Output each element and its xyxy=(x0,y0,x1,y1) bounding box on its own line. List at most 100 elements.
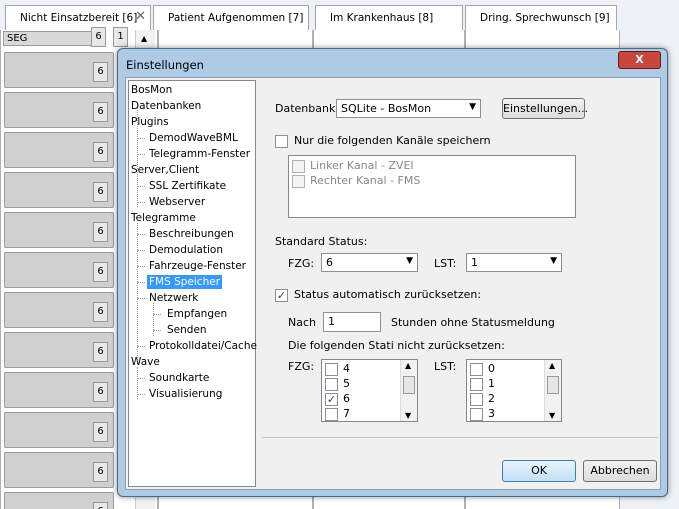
tree-item-bosmon[interactable]: BosMon xyxy=(131,83,172,97)
fzg-select[interactable]: 6 ▼ xyxy=(321,253,418,272)
settings-tree: BosMon Datenbanken Plugins DemodWaveBML … xyxy=(128,80,257,487)
abbrechen-button[interactable]: Abbrechen xyxy=(583,460,657,482)
status-row[interactable]: 6 xyxy=(4,292,114,328)
tab-label: Im Krankenhaus [8] xyxy=(330,12,434,24)
status-option: 1 xyxy=(488,377,495,390)
lst-status-list[interactable]: ▲ ▼ 0123 xyxy=(466,359,562,422)
status-row[interactable]: 6 xyxy=(4,52,114,88)
status-number: 6 xyxy=(93,142,108,162)
tree-item-netzwerk[interactable]: Netzwerk xyxy=(149,291,198,305)
status-checkbox[interactable] xyxy=(470,378,483,391)
dialog-title: Einstellungen xyxy=(126,58,204,72)
ok-button[interactable]: OK xyxy=(502,460,576,482)
status-row[interactable]: 6 xyxy=(4,132,114,168)
lst-label: LST: xyxy=(434,257,457,270)
status-number: 6 xyxy=(93,262,108,282)
status-checkbox[interactable] xyxy=(325,408,338,421)
status-row[interactable]: 1 xyxy=(108,27,130,47)
tree-item-soundkarte[interactable]: Soundkarte xyxy=(149,371,209,385)
scroll-down-icon[interactable]: ▼ xyxy=(405,411,411,420)
dialog-client: BosMon Datenbanken Plugins DemodWaveBML … xyxy=(125,77,661,490)
tab-nicht-einsatzbereit[interactable]: Nicht Einsatzbereit [6] ✕ xyxy=(5,5,151,30)
tree-item-fms-speicher[interactable]: FMS Speicher xyxy=(147,275,223,289)
kanal-fms-label: Rechter Kanal - FMS xyxy=(310,174,421,187)
status-option: 2 xyxy=(488,392,495,405)
scroll-thumb[interactable] xyxy=(547,376,559,394)
scroll-thumb[interactable] xyxy=(403,376,415,394)
lst-select[interactable]: 1 ▼ xyxy=(466,253,562,272)
scrollbar[interactable]: ▲ ▼ xyxy=(544,360,561,421)
tree-item-fahrzeuge-fenster[interactable]: Fahrzeuge-Fenster xyxy=(149,259,246,273)
tab-im-krankenhaus[interactable]: Im Krankenhaus [8] xyxy=(315,5,463,30)
tree-item-empfangen[interactable]: Empfangen xyxy=(167,307,227,321)
status-checkbox[interactable] xyxy=(470,408,483,421)
divider xyxy=(262,437,658,438)
status-row[interactable]: 6 xyxy=(4,492,114,509)
einstellungen-button[interactable]: Einstellungen... xyxy=(502,98,588,119)
tab-dring-sprechwunsch[interactable]: Dring. Sprechwunsch [9] xyxy=(465,5,617,30)
status-number: 1 xyxy=(113,27,128,47)
tree-item-plugins[interactable]: Plugins xyxy=(131,115,169,129)
kanal-zvei-label: Linker Kanal - ZVEI xyxy=(310,159,414,172)
tree-item-senden[interactable]: Senden xyxy=(167,323,207,337)
kanal-zvei-checkbox[interactable] xyxy=(292,160,305,173)
status-row[interactable]: 6 xyxy=(4,252,114,288)
kanal-fms-checkbox[interactable] xyxy=(292,175,305,188)
scroll-up-icon[interactable]: ▲ xyxy=(141,34,147,43)
tree-item-beschreibungen[interactable]: Beschreibungen xyxy=(149,227,234,241)
nach-input[interactable]: 1 xyxy=(323,312,381,332)
nicht-reset-label: Die folgenden Stati nicht zurücksetzen: xyxy=(288,339,505,352)
close-icon[interactable]: ✕ xyxy=(135,9,146,24)
scroll-down-icon[interactable]: ▼ xyxy=(549,411,555,420)
status-checkbox[interactable] xyxy=(470,363,483,376)
status-row[interactable]: 6 xyxy=(4,92,114,128)
scroll-up-icon[interactable]: ▲ xyxy=(549,361,555,370)
tree-item-datenbanken[interactable]: Datenbanken xyxy=(131,99,201,113)
tab-patient-aufgenommen[interactable]: Patient Aufgenommen [7] xyxy=(153,5,309,30)
status-option: 3 xyxy=(488,407,495,420)
status-row[interactable]: 6 xyxy=(4,212,114,248)
status-checkbox[interactable]: ✓ xyxy=(325,393,338,406)
fzg-value: 6 xyxy=(326,256,333,269)
tree-item-telegramm-fenster[interactable]: Telegramm-Fenster xyxy=(149,147,250,161)
tree-item-webserver[interactable]: Webserver xyxy=(149,195,205,209)
status-checkbox[interactable] xyxy=(325,378,338,391)
status-number: 6 xyxy=(93,222,108,242)
tree-item-wave[interactable]: Wave xyxy=(131,355,160,369)
settings-dialog: Einstellungen X BosMon Datenbanken Plugi… xyxy=(117,48,668,497)
auto-reset-checkbox[interactable]: ✓ xyxy=(275,289,288,302)
status-number: 6 xyxy=(91,27,106,47)
tree-item-server-client[interactable]: Server,Client xyxy=(131,163,199,177)
tree-item-demodwavebml[interactable]: DemodWaveBML xyxy=(149,131,238,145)
lst-value: 1 xyxy=(471,256,478,269)
tree-item-telegramme[interactable]: Telegramme xyxy=(131,211,196,225)
status-number: 6 xyxy=(93,502,108,509)
checkmark-icon: ✓ xyxy=(276,289,287,302)
status-checkbox[interactable] xyxy=(325,363,338,376)
status-option: 4 xyxy=(343,362,350,375)
tree-item-demodulation[interactable]: Demodulation xyxy=(149,243,223,257)
nur-kanaele-checkbox[interactable] xyxy=(275,135,288,148)
status-number: 6 xyxy=(93,422,108,442)
datenbank-label: Datenbank: xyxy=(275,102,340,115)
status-checkbox[interactable] xyxy=(470,393,483,406)
status-row[interactable]: 6 xyxy=(4,372,114,408)
fzg-status-list[interactable]: ▲ ▼ 4 5 ✓ 6 7 xyxy=(321,359,418,422)
tree-item-ssl-zertifikate[interactable]: SSL Zertifikate xyxy=(149,179,226,193)
status-row[interactable]: 6 xyxy=(4,332,114,368)
scrollbar[interactable]: ▲ ▼ xyxy=(400,360,417,421)
status-row[interactable]: 6 xyxy=(4,452,114,488)
tree-item-protokolldatei[interactable]: Protokolldatei/Cache xyxy=(149,339,257,353)
tree-item-visualisierung[interactable]: Visualisierung xyxy=(149,387,222,401)
fzg-list-label: FZG: xyxy=(288,360,315,373)
chevron-down-icon: ▼ xyxy=(406,256,413,266)
close-button[interactable]: X xyxy=(618,51,661,69)
status-number: 6 xyxy=(93,342,108,362)
status-row[interactable]: 6 xyxy=(4,412,114,448)
datenbank-select[interactable]: SQLite - BosMon ▼ xyxy=(336,99,481,118)
status-row[interactable]: 6 xyxy=(88,27,108,47)
status-row[interactable]: 6 xyxy=(4,172,114,208)
standard-status-label: Standard Status: xyxy=(275,235,368,248)
fzg-label: FZG: xyxy=(288,257,315,270)
scroll-up-icon[interactable]: ▲ xyxy=(405,361,411,370)
